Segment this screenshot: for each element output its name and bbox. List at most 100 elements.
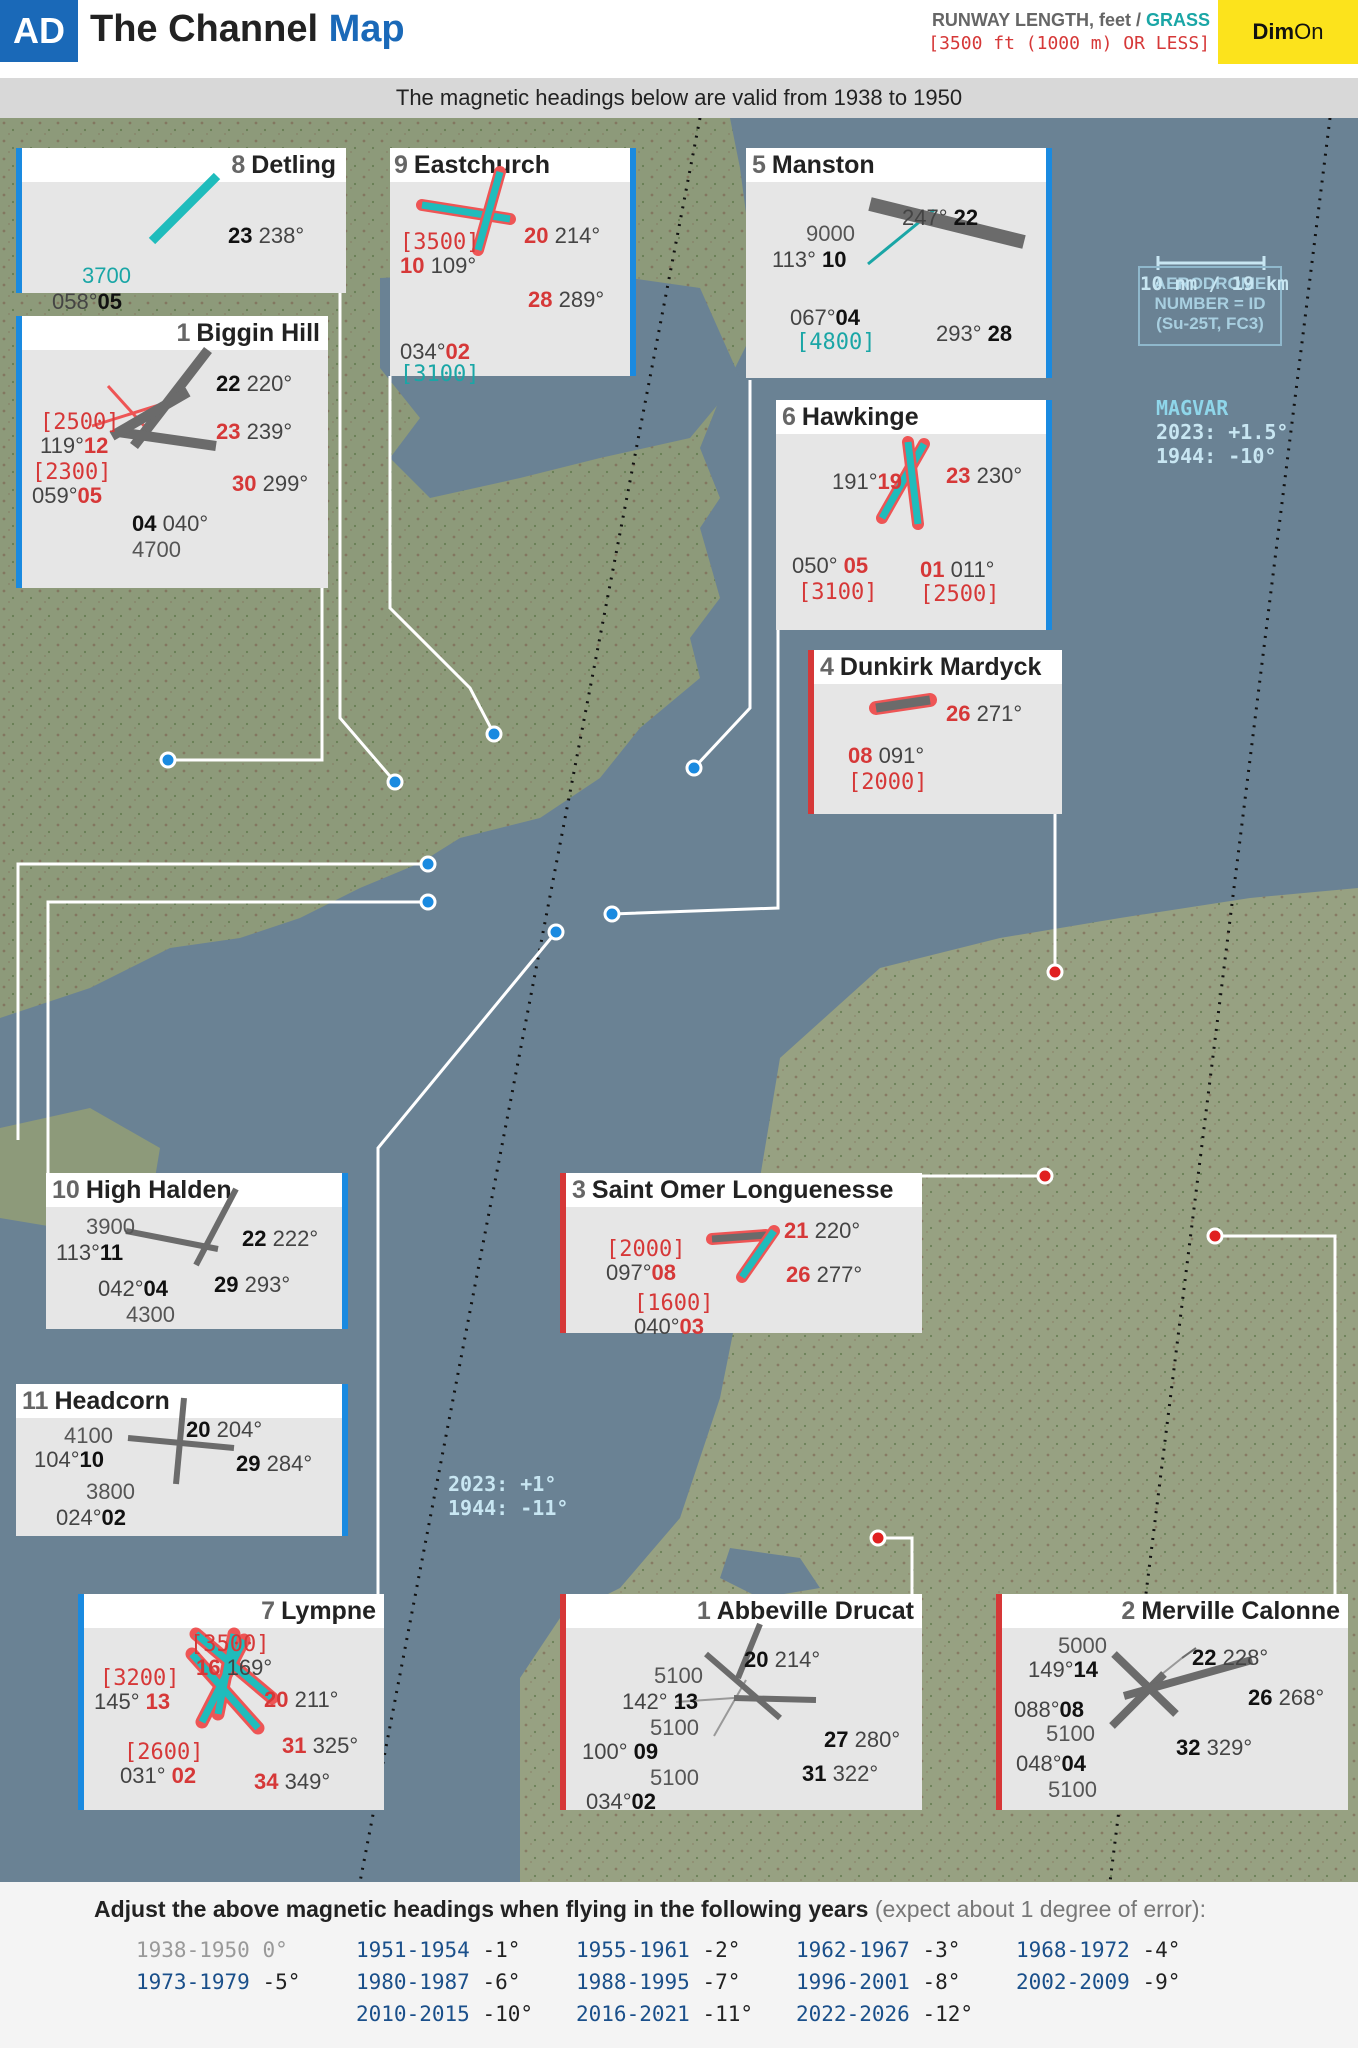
heading: 293° (936, 321, 982, 346)
pin-biggin-hill[interactable] (159, 751, 177, 769)
pin-detling[interactable] (386, 773, 404, 791)
adjustment-delta: -2° (702, 1938, 741, 1962)
heading-label: 097°08 (606, 1261, 676, 1285)
card-abbeville-drucat[interactable]: 1 Abbeville Drucat 5100 142° 13 20 214° 5… (560, 1594, 922, 1814)
title-main: The Channel (90, 8, 319, 50)
heading: 169° (226, 1655, 273, 1680)
heading: 268° (1278, 1685, 1325, 1710)
pin-st-omer[interactable] (1036, 1167, 1054, 1185)
heading-label: 30 299° (232, 472, 308, 496)
runway-number: 34 (254, 1769, 279, 1794)
pin-dunkirk[interactable] (1046, 963, 1064, 981)
adjustment-years: 2022-2026 (796, 2002, 923, 2026)
heading: 220° (814, 1218, 861, 1243)
adjustment-years: 1996-2001 (796, 1970, 923, 1994)
heading: 104° (34, 1447, 80, 1472)
heading: 031° (120, 1763, 166, 1788)
magvar-west-2023: 2023: +1° (448, 1472, 557, 1496)
heading: 214° (774, 1647, 821, 1672)
heading: 204° (216, 1417, 263, 1442)
runway-number: 26 (1248, 1685, 1273, 1710)
heading-label: 28 289° (528, 288, 604, 312)
channel-map: AERODROME NUMBER = ID (Su-25T, FC3) 10 n… (0, 118, 1358, 1882)
heading: 058° (52, 289, 98, 314)
heading: 042° (98, 1276, 144, 1301)
card-biggin-hill[interactable]: 1 Biggin Hill 22 220° [2500] 119°12 23 23… (16, 316, 328, 588)
pin-high-halden[interactable] (419, 893, 437, 911)
pin-hawkinge[interactable] (603, 905, 621, 923)
heading-label: 113°11 (56, 1241, 123, 1265)
adjustment-years: 2016-2021 (576, 2002, 703, 2026)
magvar-title: MAGVAR (1156, 396, 1229, 420)
adjustment-years: 1962-1967 (796, 1938, 923, 1962)
length-bracket: [2000] (848, 770, 928, 795)
pin-manston[interactable] (685, 759, 703, 777)
adjustment-delta: -4° (1142, 1938, 1181, 1962)
runway-number: 19 (877, 469, 902, 494)
adjustment-entry: 2002-2009 -9° (1016, 1970, 1180, 1994)
runway-number: 29 (214, 1272, 239, 1297)
ad-badge: AD (0, 0, 78, 62)
pin-abbeville[interactable] (869, 1529, 887, 1547)
length-bracket: [3100] (798, 580, 878, 605)
card-lympne[interactable]: 7 Lympne [3500] 16 169° [3200] 145° 13 20… (78, 1594, 384, 1810)
adjustment-delta: -8° (922, 1970, 961, 1994)
runway-number: 28 (528, 287, 553, 312)
heading-label: 22 222° (242, 1227, 318, 1251)
heading-label: 059°05 (32, 484, 102, 508)
card-eastchurch[interactable]: 9 Eastchurch [3500] 10 109° 20 214° 28 28… (390, 148, 636, 387)
magvar-east-1944: 1944: -10° (1156, 444, 1277, 468)
heading-label: 024°02 (56, 1506, 126, 1530)
length-bracket: [2500] (40, 410, 120, 435)
heading: 277° (816, 1262, 863, 1287)
card-high-halden[interactable]: 10 High Halden 3900 113°11 22 222° 29 293… (46, 1173, 348, 1329)
pin-headcorn[interactable] (419, 855, 437, 873)
heading: 293° (244, 1272, 291, 1297)
length-bracket: [3200] (100, 1666, 180, 1691)
heading-label: 10 109° (400, 254, 476, 278)
runway-number: 22 (953, 205, 979, 230)
card-dunkirk-mardyck[interactable]: 4 Dunkirk Mardyck 26 271° 08 091° [2000] (808, 650, 1062, 814)
heading-label: 26 268° (1248, 1686, 1324, 1710)
heading: 119° (40, 433, 84, 458)
heading: 299° (262, 471, 309, 496)
heading-label: 23 230° (946, 464, 1022, 488)
heading-label: 01 011° (920, 558, 994, 582)
heading-label: 23 238° (228, 224, 304, 248)
heading: 088° (1014, 1697, 1060, 1722)
brand-bold: Dim (1252, 19, 1295, 44)
heading: 034° (586, 1789, 632, 1814)
card-manston[interactable]: 5 Manston 9000 113° 10 247° 22 067°04 [48… (746, 148, 1052, 378)
heading-label: 29 293° (214, 1273, 290, 1297)
heading: 349° (284, 1769, 331, 1794)
runway-number: 23 (228, 223, 253, 248)
card-headcorn[interactable]: 11 Headcorn 4100 104°10 20 204° 29 284° 3… (16, 1384, 348, 1536)
heading: 230° (976, 463, 1023, 488)
heading-label: 32 329° (1176, 1736, 1252, 1760)
pin-lympne[interactable] (547, 923, 565, 941)
runway-length: [3100] (400, 362, 479, 387)
pin-eastchurch[interactable] (485, 725, 503, 743)
adjustment-years: 1955-1961 (576, 1938, 703, 1962)
heading-label: 145° 13 (94, 1690, 170, 1714)
runway-02-20 (173, 1397, 187, 1485)
adjustment-delta: -1° (482, 1938, 521, 1962)
card-hawkinge[interactable]: 6 Hawkinge 191°19 23 230° 050° 05 [3100] … (776, 400, 1052, 630)
card-merville-calonne[interactable]: 2 Merville Calonne 5000 149°14 22 228° 08… (996, 1594, 1348, 1810)
heading-label: 293° 28 (936, 322, 1012, 346)
heading: 191° (832, 469, 878, 494)
length-bracket: [2600] (124, 1740, 204, 1765)
card-detling[interactable]: 8 Detling 23 238° 3700 058°05 (16, 148, 346, 314)
card-saint-omer[interactable]: 3 Saint Omer Longuenesse 21 220° [2000] 0… (560, 1173, 922, 1339)
runway-number: 04 (132, 511, 157, 536)
heading-label: 050° 05 (792, 554, 868, 578)
key-line-3: (Su-25T, FC3) (1156, 314, 1264, 333)
heading-label: 067°04 (790, 306, 860, 330)
legend-grass: GRASS (1145, 10, 1210, 30)
adjustment-entry: 2010-2015 -10° (356, 2002, 533, 2026)
pin-merville[interactable] (1206, 1227, 1224, 1245)
heading-label: 21 220° (784, 1219, 860, 1243)
adjustment-delta: -7° (702, 1970, 741, 1994)
heading: 214° (554, 223, 601, 248)
heading: 024° (56, 1505, 102, 1530)
